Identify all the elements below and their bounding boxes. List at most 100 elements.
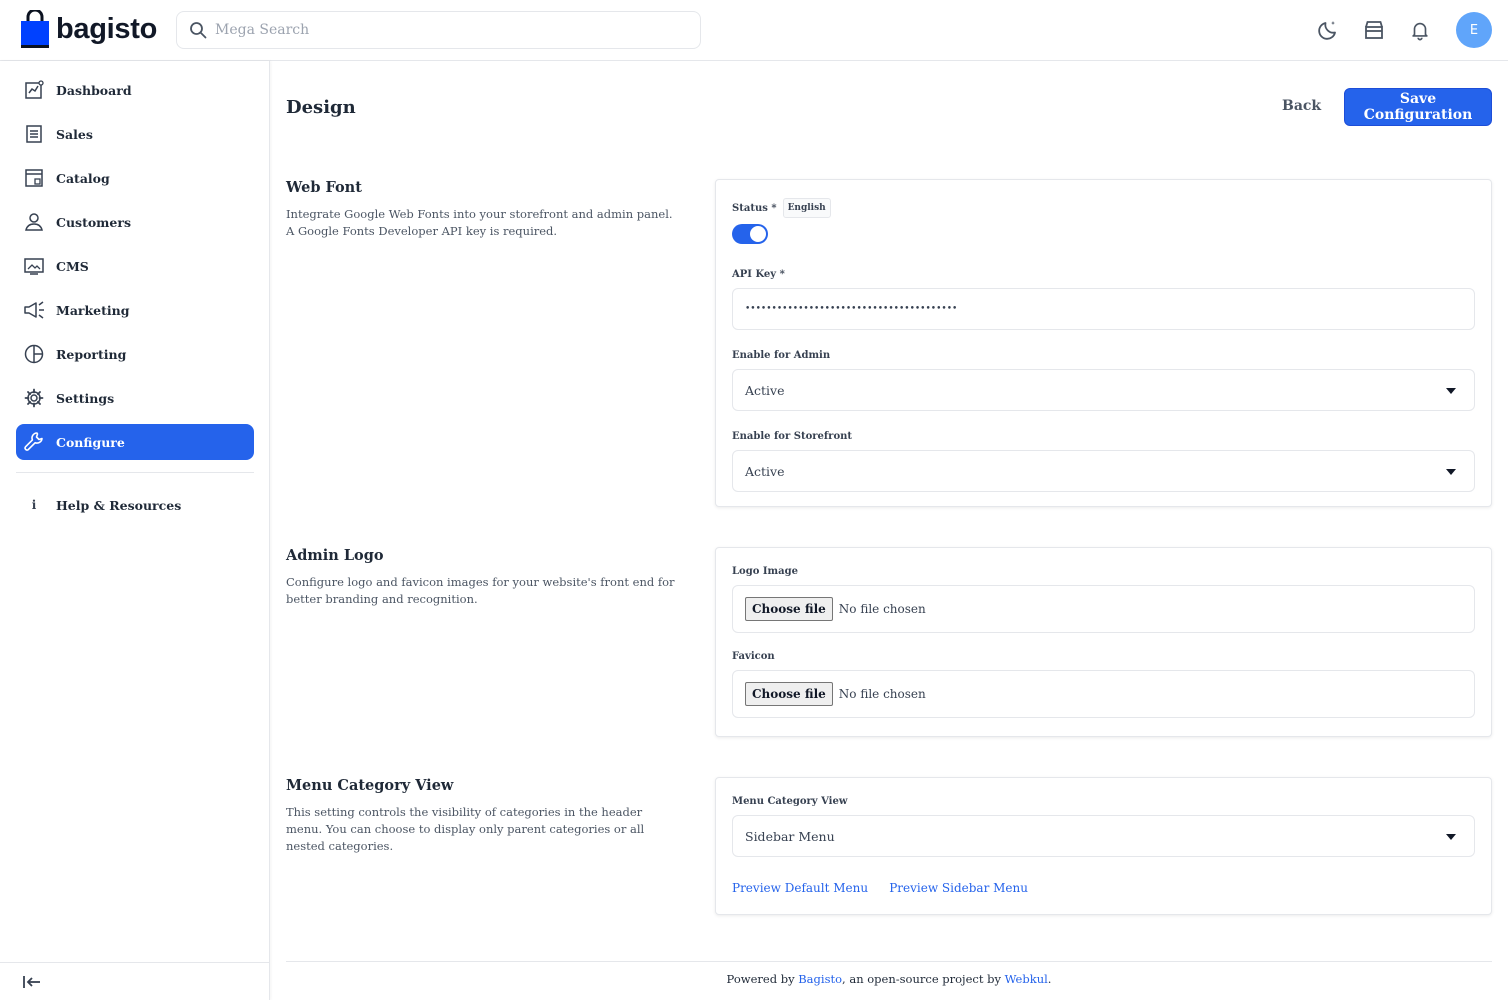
preview-default-menu-link[interactable]: Preview Default Menu	[732, 881, 868, 895]
sidebar-item-settings[interactable]: Settings	[16, 380, 254, 416]
no-file-text: No file chosen	[838, 687, 926, 701]
sidebar-item-label: Customers	[56, 214, 131, 230]
search-icon	[190, 22, 207, 39]
enable-admin-select[interactable]: Active	[732, 369, 1475, 411]
collapse-icon	[23, 975, 40, 988]
favicon-input[interactable]: Choose file No file chosen	[732, 670, 1475, 718]
logo-image-input[interactable]: Choose file No file chosen	[732, 585, 1475, 633]
mega-search[interactable]	[176, 11, 701, 49]
footer-middle: , an open-source project by	[842, 972, 1005, 986]
search-input[interactable]	[215, 22, 675, 38]
api-key-label: API Key *	[732, 269, 785, 280]
enable-storefront-value: Active	[745, 463, 785, 479]
help-section: i Help & Resources	[16, 487, 254, 531]
footer-divider	[286, 961, 1492, 962]
bell-icon[interactable]	[1402, 12, 1438, 48]
sidebar-item-label: CMS	[56, 258, 89, 274]
web-font-info: Web Font Integrate Google Web Fonts into…	[286, 179, 676, 240]
chevron-down-icon	[1446, 469, 1456, 475]
sidebar-item-dashboard[interactable]: Dashboard	[16, 72, 254, 108]
page-title: Design	[286, 97, 356, 118]
user-avatar[interactable]: E	[1456, 12, 1492, 48]
section-description: Integrate Google Web Fonts into your sto…	[286, 207, 673, 238]
sidebar-item-sales[interactable]: Sales	[16, 116, 254, 152]
dark-mode-icon[interactable]	[1310, 12, 1346, 48]
section-title: Menu Category View	[286, 777, 454, 794]
enable-admin-label: Enable for Admin	[732, 350, 831, 361]
admin-logo-info: Admin Logo Configure logo and favicon im…	[286, 547, 676, 608]
reporting-icon	[23, 343, 45, 365]
enable-storefront-select[interactable]: Active	[732, 450, 1475, 492]
menu-category-card: Menu Category View Sidebar Menu Preview …	[715, 777, 1492, 915]
sidebar-nav: Dashboard Sales Catalog Customers CMS Ma…	[16, 72, 254, 468]
sidebar-item-catalog[interactable]: Catalog	[16, 160, 254, 196]
footer-prefix: Powered by	[726, 972, 799, 986]
marketing-icon	[23, 299, 45, 321]
sidebar-item-label: Help & Resources	[56, 497, 182, 513]
logo-image-label: Logo Image	[732, 566, 798, 577]
section-description: Configure logo and favicon images for yo…	[286, 575, 675, 606]
dashboard-icon	[23, 79, 45, 101]
sidebar-item-label: Sales	[56, 126, 93, 142]
footer: Powered by Bagisto, an open-source proje…	[286, 972, 1492, 986]
main-content: Design Back Save Configuration Web Font …	[286, 61, 1492, 1000]
menu-category-select[interactable]: Sidebar Menu	[732, 815, 1475, 857]
admin-logo-card: Logo Image Choose file No file chosen Fa…	[715, 547, 1492, 737]
cms-icon	[23, 255, 45, 277]
status-label-row: Status * English	[732, 198, 1475, 218]
web-font-card: Status * English API Key * •••••••••••••…	[715, 179, 1492, 507]
sidebar-item-label: Settings	[56, 390, 115, 406]
customers-icon	[23, 211, 45, 233]
api-key-field[interactable]: ••••••••••••••••••••••••••••••••••••••••	[732, 288, 1475, 330]
section-title: Admin Logo	[286, 547, 384, 564]
webkul-link[interactable]: Webkul	[1005, 972, 1048, 986]
sidebar-item-customers[interactable]: Customers	[16, 204, 254, 240]
info-icon: i	[31, 498, 37, 512]
sidebar-item-marketing[interactable]: Marketing	[16, 292, 254, 328]
collapse-sidebar-button[interactable]	[0, 962, 270, 1000]
sidebar-item-label: Configure	[56, 434, 125, 450]
brand-logo[interactable]: bagisto	[20, 10, 157, 48]
sidebar-item-cms[interactable]: CMS	[16, 248, 254, 284]
sidebar-item-configure[interactable]: Configure	[16, 424, 254, 460]
preview-sidebar-menu-link[interactable]: Preview Sidebar Menu	[889, 881, 1028, 895]
enable-storefront-label: Enable for Storefront	[732, 431, 852, 442]
sidebar-item-label: Reporting	[56, 346, 127, 362]
top-header: bagisto E	[0, 0, 1508, 61]
menu-category-value: Sidebar Menu	[745, 828, 835, 844]
catalog-icon	[23, 167, 45, 189]
no-file-text: No file chosen	[838, 602, 926, 616]
configure-icon	[23, 431, 45, 453]
sidebar-item-label: Dashboard	[56, 82, 132, 98]
bagisto-link[interactable]: Bagisto	[798, 972, 842, 986]
storefront-icon[interactable]	[1356, 12, 1392, 48]
back-button[interactable]: Back	[1282, 98, 1321, 114]
shopping-bag-icon	[21, 10, 49, 48]
section-title: Web Font	[286, 179, 362, 196]
sidebar-item-reporting[interactable]: Reporting	[16, 336, 254, 372]
chevron-down-icon	[1446, 834, 1456, 840]
save-configuration-button[interactable]: Save Configuration	[1344, 88, 1492, 126]
chevron-down-icon	[1446, 388, 1456, 394]
status-toggle[interactable]	[732, 224, 768, 244]
menu-category-label: Menu Category View	[732, 796, 848, 807]
locale-badge: English	[782, 198, 831, 218]
sidebar-item-label: Marketing	[56, 302, 130, 318]
section-description: This setting controls the visibility of …	[286, 805, 645, 853]
menu-category-info: Menu Category View This setting controls…	[286, 777, 676, 855]
brand-name: bagisto	[56, 12, 158, 45]
settings-icon	[23, 387, 45, 409]
preview-links: Preview Default Menu Preview Sidebar Men…	[732, 877, 1475, 896]
sidebar-item-help[interactable]: i Help & Resources	[16, 487, 254, 523]
sales-icon	[23, 123, 45, 145]
sidebar: Dashboard Sales Catalog Customers CMS Ma…	[0, 61, 270, 1000]
footer-suffix: .	[1047, 972, 1052, 986]
api-key-value: ••••••••••••••••••••••••••••••••••••••••	[745, 304, 958, 314]
favicon-label: Favicon	[732, 651, 775, 662]
sidebar-item-label: Catalog	[56, 170, 110, 186]
choose-file-button[interactable]: Choose file	[745, 682, 833, 706]
choose-file-button[interactable]: Choose file	[745, 597, 833, 621]
enable-admin-value: Active	[745, 382, 785, 398]
header-actions: E	[1300, 12, 1492, 48]
sidebar-divider	[16, 472, 254, 473]
